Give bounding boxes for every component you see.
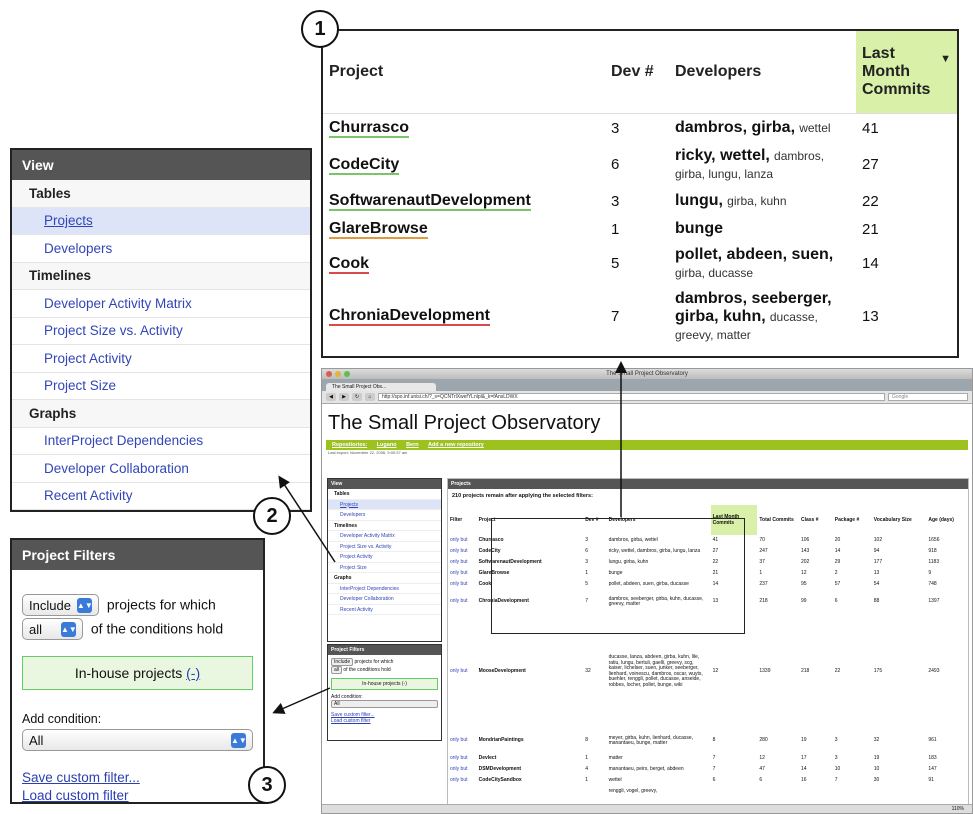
annotation-arrows [272, 361, 627, 714]
arrow-to-filters-panel [272, 687, 331, 714]
callout-3: 3 [248, 766, 286, 804]
callout-2: 2 [253, 497, 291, 535]
callout-1: 1 [301, 10, 339, 48]
